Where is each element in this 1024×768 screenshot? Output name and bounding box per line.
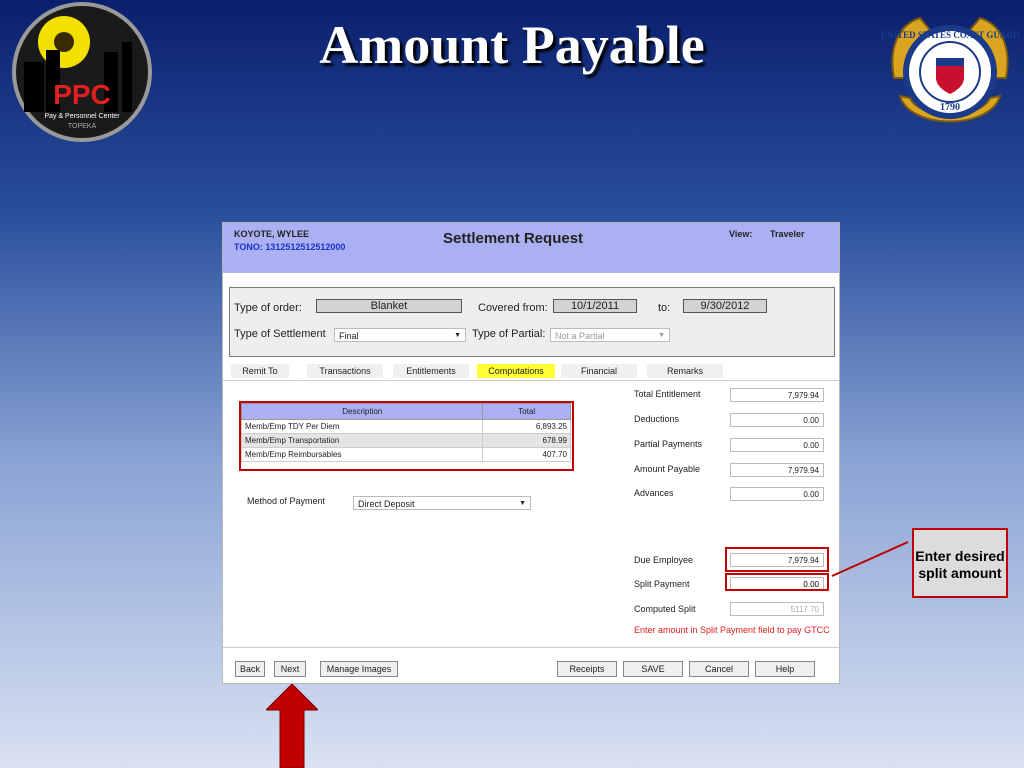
- settlement-request-window: KOYOTE, WYLEE TONO: 1312512512512000 Set…: [222, 222, 840, 684]
- tab-divider: [223, 380, 839, 381]
- page-title: Settlement Request: [443, 230, 584, 247]
- back-button[interactable]: Back: [235, 661, 265, 677]
- split-amount-callout: Enter desired split amount: [912, 528, 1008, 598]
- tab-remit-to[interactable]: Remit To: [231, 364, 289, 378]
- chevron-down-icon: ▼: [658, 332, 665, 339]
- deductions-label: Deductions: [634, 414, 680, 424]
- method-of-payment-label: Method of Payment: [247, 496, 326, 506]
- save-button[interactable]: SAVE: [623, 661, 683, 677]
- order-info-panel: Type of order: Blanket Covered from: 10/…: [229, 287, 835, 357]
- svg-text:TOPEKA: TOPEKA: [68, 123, 97, 130]
- callout-connector-line: [831, 541, 909, 577]
- split-payment-label: Split Payment: [634, 579, 690, 589]
- method-of-payment-select[interactable]: Direct Deposit ▼: [353, 496, 531, 510]
- tab-bar: Remit To Transactions Entitlements Compu…: [223, 364, 839, 380]
- svg-text:Pay & Personnel Center: Pay & Personnel Center: [44, 113, 120, 120]
- cancel-button[interactable]: Cancel: [689, 661, 749, 677]
- method-of-payment-value: Direct Deposit: [358, 499, 415, 509]
- due-employee-label: Due Employee: [634, 555, 694, 565]
- tab-financial[interactable]: Financial: [561, 364, 637, 378]
- advances-label: Advances: [634, 488, 674, 498]
- chevron-down-icon: ▼: [519, 500, 526, 507]
- computed-split-label: Computed Split: [634, 604, 696, 614]
- to-label: to:: [658, 302, 671, 314]
- tab-remarks[interactable]: Remarks: [647, 364, 723, 378]
- partial-payments-field: 0.00: [730, 438, 824, 452]
- advances-field: 0.00: [730, 487, 824, 501]
- type-of-order-label: Type of order:: [234, 302, 302, 314]
- split-payment-highlight-box: [725, 573, 829, 591]
- coast-guard-seal: UNITED STATES COAST GUARD 1790: [881, 16, 1020, 123]
- total-entitlement-label: Total Entitlement: [634, 389, 701, 399]
- type-of-settlement-label: Type of Settlement: [234, 328, 326, 340]
- svg-text:PPC: PPC: [53, 79, 111, 110]
- app-header: KOYOTE, WYLEE TONO: 1312512512512000 Set…: [223, 223, 839, 273]
- svg-text:UNITED STATES COAST GUARD: UNITED STATES COAST GUARD: [881, 30, 1020, 40]
- type-of-partial-select[interactable]: Not a Partial ▼: [550, 328, 670, 342]
- partial-payments-label: Partial Payments: [634, 439, 703, 449]
- type-of-partial-value: Not a Partial: [555, 331, 605, 341]
- member-name: KOYOTE, WYLEE: [234, 229, 310, 239]
- table-highlight-box: [239, 401, 574, 471]
- ppc-logo: PPC Pay & Personnel Center TOPEKA: [12, 2, 152, 142]
- type-of-partial-label: Type of Partial:: [472, 328, 546, 340]
- computed-split-field: 5117.70: [730, 602, 824, 616]
- total-entitlement-field: 7,979.94: [730, 388, 824, 402]
- tab-entitlements[interactable]: Entitlements: [393, 364, 469, 378]
- view-label: View:: [729, 229, 753, 239]
- tono-number: TONO: 1312512512512000: [234, 242, 346, 252]
- tab-transactions[interactable]: Transactions: [307, 364, 383, 378]
- amount-payable-label: Amount Payable: [634, 464, 701, 474]
- covered-from-field: 10/1/2011: [553, 299, 637, 313]
- next-button[interactable]: Next: [274, 661, 306, 677]
- tab-computations[interactable]: Computations: [477, 364, 555, 378]
- type-of-order-field: Blanket: [316, 299, 462, 313]
- to-field: 9/30/2012: [683, 299, 767, 313]
- gtcc-instruction-note: Enter amount in Split Payment field to p…: [634, 625, 830, 635]
- svg-text:1790: 1790: [940, 102, 960, 113]
- amount-payable-field: 7,979.94: [730, 463, 824, 477]
- covered-from-label: Covered from:: [478, 302, 548, 314]
- type-of-settlement-select[interactable]: Final ▼: [334, 328, 466, 342]
- type-of-settlement-value: Final: [339, 331, 359, 341]
- view-value: Traveler: [770, 229, 805, 239]
- due-employee-highlight-box: [725, 547, 829, 572]
- manage-images-button[interactable]: Manage Images: [320, 661, 398, 677]
- deductions-field: 0.00: [730, 413, 824, 427]
- help-button[interactable]: Help: [755, 661, 815, 677]
- receipts-button[interactable]: Receipts: [557, 661, 617, 677]
- chevron-down-icon: ▼: [454, 332, 461, 339]
- up-arrow-icon: [266, 684, 318, 768]
- button-bar-divider: [223, 647, 839, 648]
